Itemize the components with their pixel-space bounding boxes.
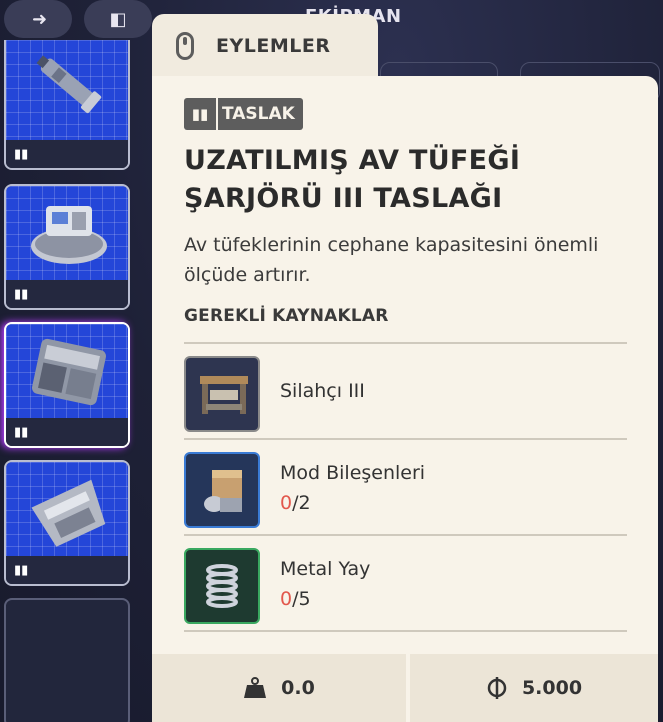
weight-icon [244, 677, 267, 698]
item-title: UZATILMIŞ AV TÜFEĞİ ŞARJÖRÜ III TASLAĞI [184, 145, 521, 214]
inventory-column: ▮▮ ▮▮ ▮▮ ▮▮ [0, 40, 135, 722]
requirement-count: 0/5 [280, 588, 311, 610]
flashlight-item-icon [36, 55, 102, 114]
requirement-need: /5 [292, 588, 311, 610]
requirement-row: Silahçı III [184, 342, 627, 436]
inventory-slot[interactable]: ▮▮ [4, 460, 130, 586]
mod-components-thumbnail [184, 452, 260, 528]
price-cell: 5.000 [410, 654, 658, 722]
turret-item-icon [31, 206, 107, 264]
blueprint-tag-label: TASLAK [218, 98, 303, 130]
collapse-button[interactable]: ➜ [4, 0, 72, 38]
book-icon: ▮▮ [184, 98, 216, 130]
weight-value: 0.0 [281, 677, 315, 699]
book-icon: ▮▮ [14, 287, 29, 302]
book-icon: ▮▮ [14, 425, 29, 440]
item-tooltip: ▮▮ TASLAK UZATILMIŞ AV TÜFEĞİ ŞARJÖRÜ II… [152, 76, 658, 722]
mouse-icon [176, 32, 194, 60]
divider [184, 630, 627, 632]
dock-left-icon: ◧ [109, 8, 127, 30]
armor-item-icon [31, 479, 106, 547]
magazine-item-icon [32, 338, 106, 406]
workbench-thumbnail [184, 356, 260, 432]
blueprint-tag: ▮▮ TASLAK [184, 98, 303, 130]
inventory-slot-selected[interactable]: ▮▮ [4, 322, 130, 448]
actions-tab-label: EYLEMLER [216, 35, 331, 57]
requirement-name: Silahçı III [280, 380, 365, 402]
dock-left-button[interactable]: ◧ [84, 0, 152, 38]
inventory-slot[interactable]: ▮▮ [4, 184, 130, 310]
book-icon: ▮▮ [14, 563, 29, 578]
requirement-row: Mod Bileşenleri 0/2 [184, 438, 627, 532]
collapse-arrows-icon: ➜ [31, 8, 47, 30]
requirement-row: Metal Yay 0/5 [184, 534, 627, 628]
book-icon: ▮▮ [14, 147, 29, 162]
requirement-count: 0/2 [280, 492, 311, 514]
coin-icon [487, 677, 507, 699]
actions-tab[interactable]: EYLEMLER [152, 14, 378, 78]
metal-spring-thumbnail [184, 548, 260, 624]
requirement-name: Metal Yay [280, 558, 371, 580]
weight-cell: 0.0 [152, 654, 406, 722]
requirement-name: Mod Bileşenleri [280, 462, 426, 484]
item-description: Av tüfeklerinin cephane kapasitesini öne… [184, 234, 599, 286]
inventory-slot-empty[interactable] [4, 598, 130, 722]
requirement-have: 0 [280, 492, 293, 514]
requirement-need: /2 [292, 492, 311, 514]
inventory-slot[interactable]: ▮▮ [4, 40, 130, 170]
requirement-have: 0 [280, 588, 293, 610]
price-value: 5.000 [521, 677, 583, 699]
requirements-heading: GEREKLİ KAYNAKLAR [184, 306, 389, 326]
